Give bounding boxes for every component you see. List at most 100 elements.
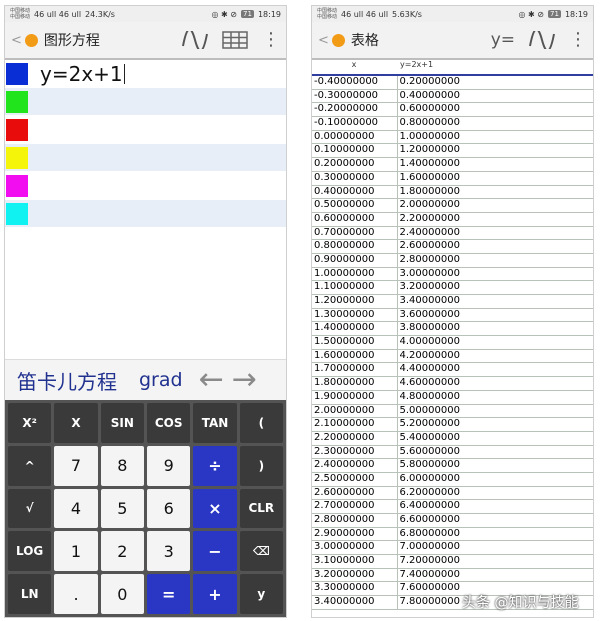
key-button[interactable]: ) (239, 445, 283, 486)
table-row: 3.20000000 7.40000000 (312, 568, 593, 583)
key-button[interactable]: 8 (100, 445, 144, 486)
x-value-cell: -0.10000000 (312, 117, 398, 130)
x-value-cell: 1.40000000 (312, 322, 398, 336)
x-value-cell: 2.50000000 (312, 472, 398, 486)
x-value-cell: 1.00000000 (312, 267, 398, 281)
color-swatch[interactable] (6, 174, 28, 197)
key-button[interactable]: 7 (54, 445, 98, 486)
status-bar: 中国移动 中国移动 46 ull 46 ull 5.63K/s ◎ ✱ ⊘ 71… (312, 6, 593, 22)
key-button[interactable]: . (54, 574, 98, 614)
key-button[interactable]: × (193, 488, 237, 529)
key-button[interactable]: − (193, 531, 237, 572)
color-swatch[interactable] (6, 118, 28, 141)
table-row: 3.00000000 7.00000000 (312, 541, 593, 556)
y-value-cell: 6.20000000 (399, 486, 460, 498)
battery-icon: 71 (241, 10, 254, 18)
x-value-cell: 0.80000000 (312, 240, 398, 253)
key-button[interactable]: ⌫ (239, 531, 283, 572)
y-value-cell: 3.00000000 (399, 267, 460, 279)
more-menu-icon[interactable]: ⋮ (569, 31, 587, 49)
x-value-cell: 1.20000000 (312, 295, 398, 308)
key-button[interactable]: 9 (146, 445, 191, 486)
key-button[interactable]: = (146, 574, 191, 614)
x-value-cell: 2.30000000 (312, 445, 398, 459)
table-icon[interactable] (222, 31, 248, 49)
key-button[interactable]: ^ (8, 445, 52, 486)
x-value-cell: 3.40000000 (312, 596, 398, 609)
key-button[interactable]: TAN (193, 403, 237, 443)
key-button[interactable]: 4 (54, 488, 98, 529)
graph-wave-icon[interactable] (529, 31, 555, 49)
x-value-cell: 1.10000000 (312, 281, 398, 294)
arrow-left-icon[interactable]: ← (199, 365, 224, 395)
key-button[interactable]: √ (8, 488, 52, 529)
arrow-right-icon[interactable]: → (232, 365, 257, 395)
key-button[interactable]: X (54, 403, 98, 443)
equation-row[interactable] (5, 116, 286, 144)
table-row: 1.20000000 3.40000000 (312, 295, 593, 309)
key-button[interactable]: X² (8, 403, 52, 443)
clock: 18:19 (257, 9, 281, 19)
equation-button[interactable]: y= (491, 30, 515, 50)
text-cursor (123, 63, 125, 84)
key-button[interactable]: 2 (100, 531, 144, 572)
table-row: 1.00000000 3.00000000 (312, 267, 593, 282)
y-value-cell: 0.80000000 (399, 117, 460, 129)
table-row: 0.30000000 1.60000000 (312, 171, 593, 186)
key-button[interactable]: LN (8, 574, 52, 614)
equation-row[interactable] (5, 200, 286, 228)
table-row: 3.10000000 7.20000000 (312, 555, 593, 569)
graph-wave-icon[interactable] (182, 31, 208, 49)
key-button[interactable]: y (239, 574, 283, 614)
table-row: 2.40000000 5.80000000 (312, 459, 593, 473)
back-button[interactable]: < (318, 33, 329, 48)
key-button[interactable]: 6 (146, 488, 191, 529)
key-button[interactable]: 1 (54, 531, 98, 572)
key-button[interactable]: ÷ (193, 445, 237, 486)
key-button[interactable]: COS (146, 403, 191, 443)
y-value-cell: 2.20000000 (399, 212, 460, 224)
y-value-cell: 1.80000000 (399, 185, 460, 197)
key-button[interactable]: LOG (8, 531, 52, 572)
equation-text[interactable]: y=2x+1 (40, 62, 123, 86)
angle-unit-button[interactable]: grad (139, 369, 183, 391)
color-swatch[interactable] (6, 202, 28, 225)
equation-row[interactable] (5, 88, 286, 116)
key-button[interactable]: ( (239, 403, 283, 443)
app-bar: < 表格 y= ⋮ (312, 22, 593, 60)
table-row: 2.50000000 6.00000000 (312, 472, 593, 487)
key-button[interactable]: SIN (100, 403, 144, 443)
key-button[interactable]: 0 (100, 574, 144, 614)
equation-row[interactable]: y=2x+1 (5, 60, 286, 88)
column-header-x: x (351, 60, 357, 69)
network-speed: 24.3K/s (85, 9, 115, 19)
value-table: -0.40000000 0.20000000 -0.30000000 0.400000… (312, 76, 593, 610)
y-value-cell: 6.40000000 (399, 500, 460, 512)
key-button[interactable]: + (193, 574, 237, 614)
page-title: 图形方程 (43, 33, 100, 49)
more-menu-icon[interactable]: ⋮ (262, 31, 280, 49)
x-value-cell: 2.10000000 (312, 418, 398, 431)
y-value-cell: 5.40000000 (399, 431, 460, 443)
color-swatch[interactable] (6, 146, 28, 169)
watermark: 头条 @知识与技能 (462, 595, 579, 611)
key-button[interactable]: 3 (146, 531, 191, 572)
y-value-cell: 4.00000000 (399, 336, 460, 348)
back-button[interactable]: < (11, 33, 22, 48)
x-value-cell: 1.80000000 (312, 377, 398, 390)
color-swatch[interactable] (6, 62, 28, 85)
key-button[interactable]: CLR (239, 488, 283, 529)
table-row: 2.30000000 5.60000000 (312, 445, 593, 460)
key-button[interactable]: 5 (100, 488, 144, 529)
equation-row[interactable] (5, 172, 286, 200)
x-value-cell: -0.30000000 (312, 89, 398, 103)
equation-list: y=2x+1 (5, 60, 286, 228)
table-row: 1.10000000 3.20000000 (312, 281, 593, 295)
color-swatch[interactable] (6, 90, 28, 113)
x-value-cell: 1.30000000 (312, 308, 398, 322)
x-value-cell: 0.00000000 (312, 130, 398, 144)
mode-label[interactable]: 笛卡儿方程 (17, 366, 117, 395)
equation-row[interactable] (5, 144, 286, 172)
x-value-cell: 2.00000000 (312, 404, 398, 418)
y-value-cell: 1.60000000 (399, 171, 460, 183)
